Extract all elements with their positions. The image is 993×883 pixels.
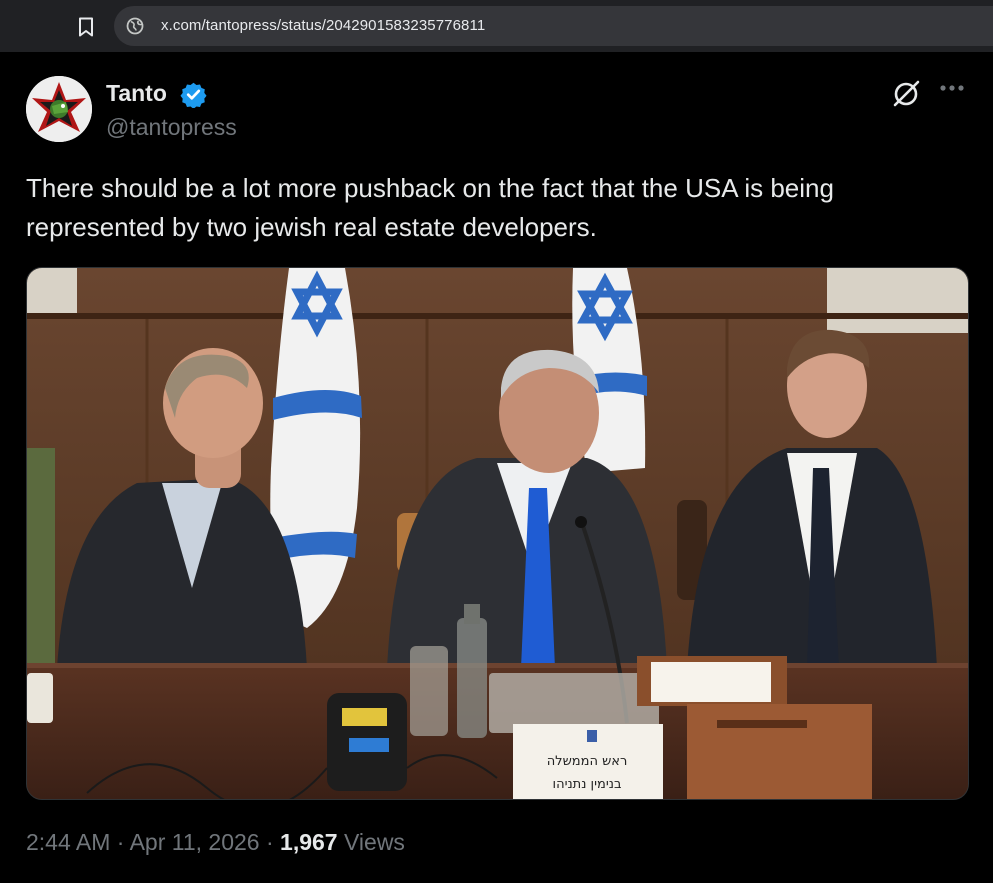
bookmark-icon [79,17,93,37]
views-label: Views [344,829,405,855]
browser-toolbar: x.com/tantopress/status/2042901583235776… [0,0,993,52]
grok-icon[interactable] [891,78,921,108]
author-display-name[interactable]: Tanto [106,80,167,107]
meta-separator: · [265,829,274,855]
tweet-metadata: 2:44 AM · Apr 11, 2026 · 1,967 Views [26,829,405,856]
avatar[interactable] [26,76,92,142]
tweet: Tanto @tantopress There should be a lot … [0,52,993,883]
views-count: 1,967 [280,829,338,855]
more-icon[interactable] [939,84,965,92]
url-text: x.com/tantopress/status/2042901583235776… [161,17,486,34]
meta-separator: · [116,829,125,855]
photo-illustration: ראש הממשלה בנימין נתניהו [27,268,968,799]
author-handle[interactable]: @tantopress [106,114,237,141]
tweet-date[interactable]: Apr 11, 2026 [130,829,260,855]
nameplate-line2: בנימין נתניהו [553,777,622,792]
tweet-text: There should be a lot more pushback on t… [26,173,834,242]
avatar-logo-icon [26,76,92,142]
bookmark-button[interactable] [72,13,100,41]
address-bar[interactable]: x.com/tantopress/status/2042901583235776… [114,6,993,46]
nameplate-line1: ראש הממשלה [547,754,628,769]
tweet-photo[interactable]: ראש הממשלה בנימין נתניהו [26,267,969,800]
globe-icon [126,17,144,35]
verified-icon[interactable] [180,81,207,108]
tweet-time[interactable]: 2:44 AM [26,829,110,855]
